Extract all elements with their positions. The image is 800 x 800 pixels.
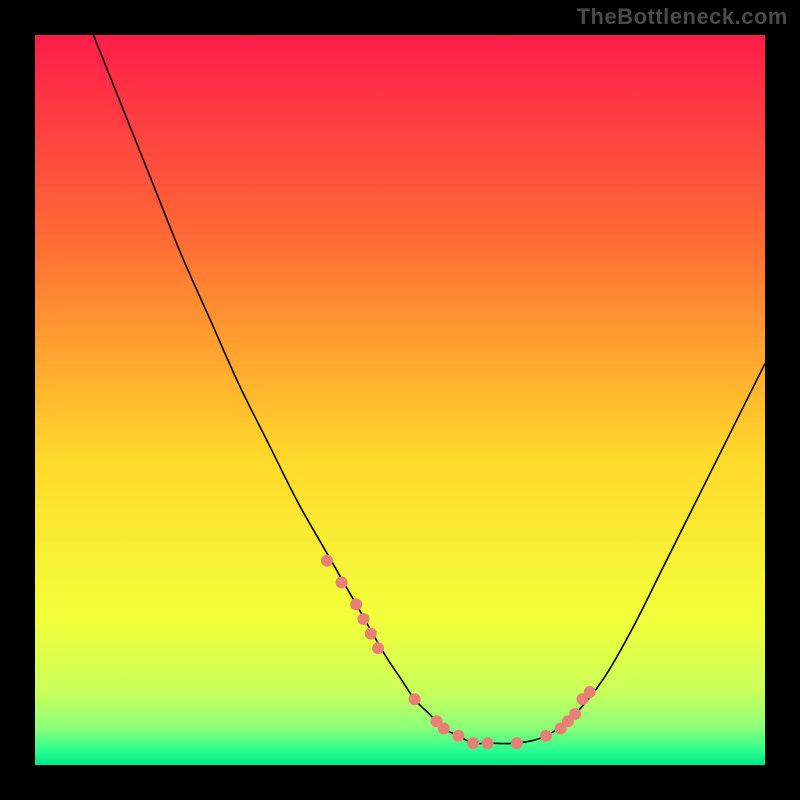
curve-marker xyxy=(511,737,523,749)
curve-marker xyxy=(569,708,581,720)
curve-marker xyxy=(365,628,377,640)
curve-marker xyxy=(482,737,494,749)
bottleneck-curve xyxy=(93,35,765,744)
curve-marker xyxy=(350,598,362,610)
curve-marker xyxy=(438,723,450,735)
plot-overlay xyxy=(35,35,765,765)
curve-marker xyxy=(321,555,333,567)
curve-marker xyxy=(372,642,384,654)
marker-group xyxy=(321,555,596,750)
watermark-text: TheBottleneck.com xyxy=(577,4,788,30)
curve-marker xyxy=(336,577,348,589)
curve-marker xyxy=(409,693,421,705)
curve-marker xyxy=(358,613,370,625)
curve-marker xyxy=(540,730,552,742)
curve-marker xyxy=(452,730,464,742)
curve-marker xyxy=(467,737,479,749)
curve-marker xyxy=(584,686,596,698)
chart-frame: TheBottleneck.com xyxy=(0,0,800,800)
